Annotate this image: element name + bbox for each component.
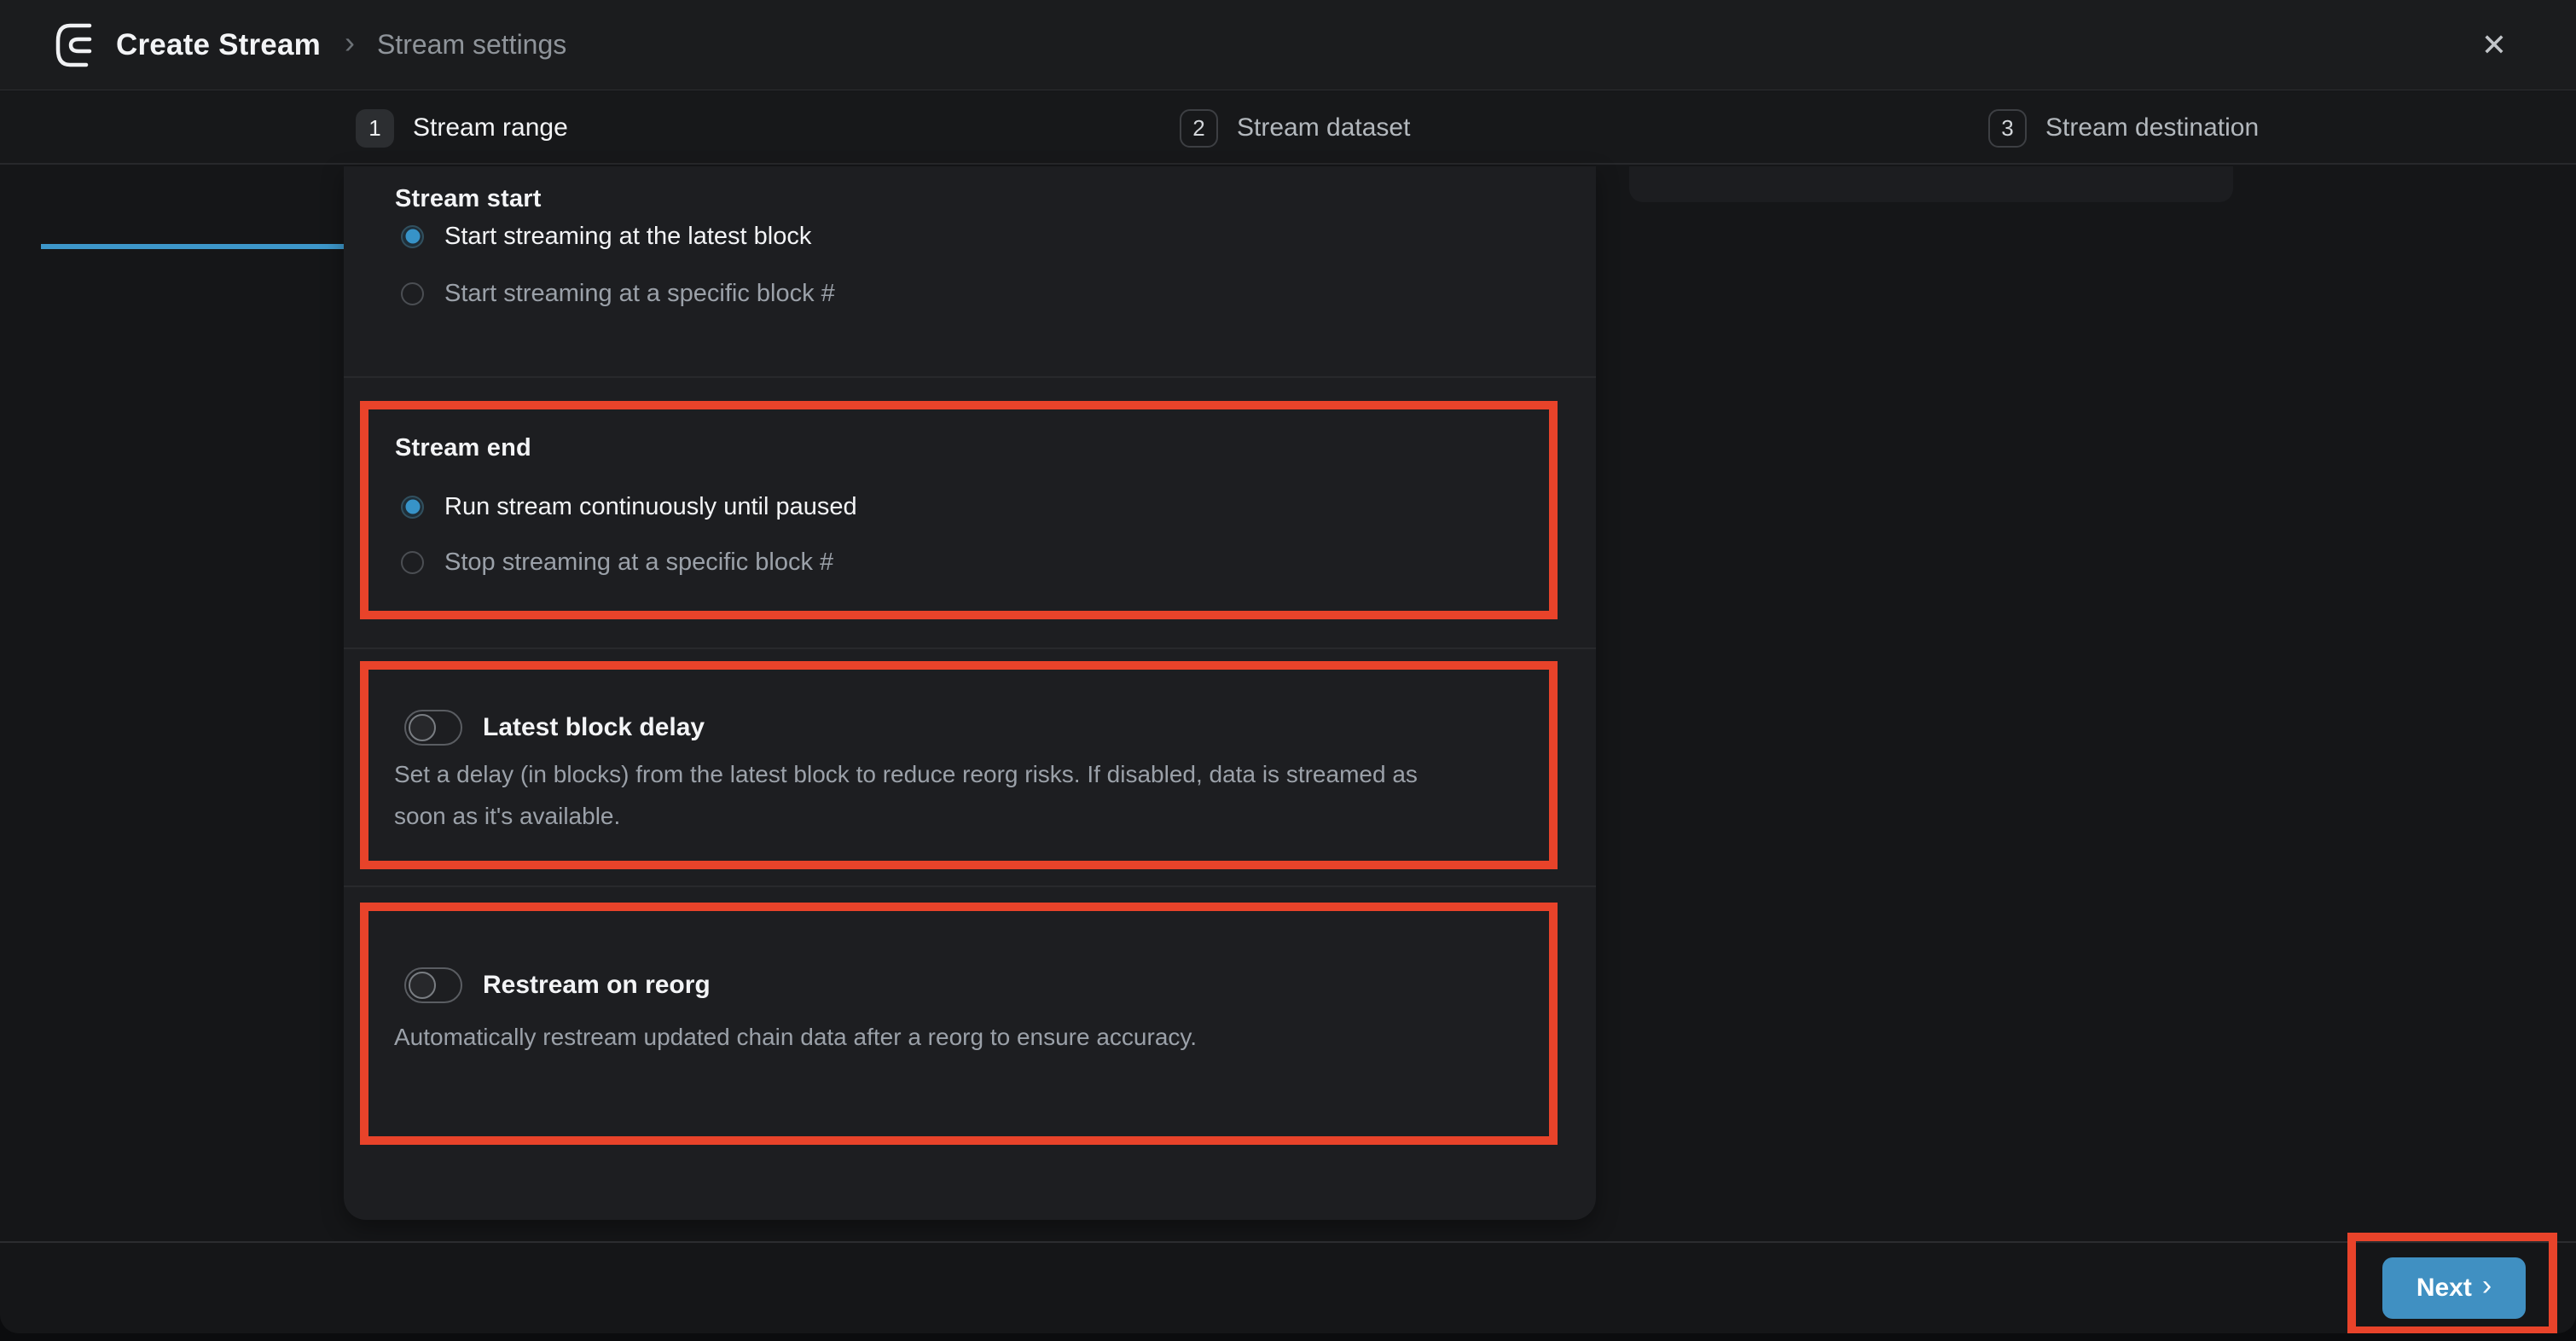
radio-selected-icon[interactable] — [401, 496, 424, 519]
latest-block-delay-toggle-row[interactable]: Latest block delay — [404, 710, 705, 746]
toggle-off-icon[interactable] — [404, 967, 462, 1003]
tab-stream-range[interactable]: 1 Stream range — [356, 108, 568, 148]
chevron-right-icon: › — [2482, 1271, 2492, 1300]
create-stream-modal: Create Stream › Stream settings ✕ 1 Stre… — [0, 0, 2576, 1333]
restream-on-reorg-toggle-row[interactable]: Restream on reorg — [404, 967, 711, 1003]
radio-unselected-icon[interactable] — [401, 551, 424, 574]
restream-on-reorg-description: Automatically restream updated chain dat… — [394, 1016, 1197, 1058]
next-button[interactable]: Next › — [2382, 1257, 2526, 1319]
tab-label: Stream destination — [2045, 113, 2259, 142]
stream-range-panel: Stream start Start streaming at the late… — [344, 166, 1596, 1220]
radio-unselected-icon[interactable] — [401, 282, 424, 305]
stream-end-heading: Stream end — [395, 434, 531, 462]
toggle-knob — [409, 714, 436, 741]
latest-block-delay-title: Latest block delay — [483, 713, 705, 742]
modal-header: Create Stream › Stream settings ✕ — [0, 0, 2576, 90]
page-title: Create Stream — [116, 28, 321, 62]
modal-footer — [0, 1241, 2576, 1333]
toggle-knob — [409, 972, 436, 999]
step-number-badge: 2 — [1180, 109, 1218, 148]
close-icon[interactable]: ✕ — [2474, 25, 2515, 66]
section-divider — [344, 647, 1596, 649]
radio-option-latest-block[interactable]: Start streaming at the latest block — [344, 212, 1596, 260]
tab-stream-dataset[interactable]: 2 Stream dataset — [1180, 108, 1410, 148]
stream-logo-icon — [48, 18, 102, 73]
restream-on-reorg-title: Restream on reorg — [483, 971, 711, 1000]
stream-start-heading: Stream start — [395, 185, 542, 213]
radio-selected-icon[interactable] — [401, 225, 424, 248]
side-card-partial — [1629, 166, 2233, 202]
section-divider — [344, 376, 1596, 378]
breadcrumb-chevron-icon: › — [345, 27, 355, 58]
tab-label: Stream range — [413, 113, 568, 142]
section-divider — [344, 885, 1596, 887]
radio-option-run-continuously[interactable]: Run stream continuously until paused — [344, 483, 1596, 531]
radio-option-specific-start-block[interactable]: Start streaming at a specific block # — [344, 270, 1596, 317]
breadcrumb: Stream settings — [377, 29, 566, 61]
tab-label: Stream dataset — [1237, 113, 1410, 142]
step-number-badge: 3 — [1988, 109, 2027, 148]
tab-stream-destination[interactable]: 3 Stream destination — [1988, 108, 2259, 148]
radio-option-specific-end-block[interactable]: Stop streaming at a specific block # — [344, 538, 1596, 586]
latest-block-delay-description: Set a delay (in blocks) from the latest … — [394, 753, 1418, 837]
toggle-off-icon[interactable] — [404, 710, 462, 746]
step-number-badge: 1 — [356, 109, 394, 148]
wizard-step-bar: 1 Stream range 2 Stream dataset 3 Stream… — [0, 91, 2576, 165]
